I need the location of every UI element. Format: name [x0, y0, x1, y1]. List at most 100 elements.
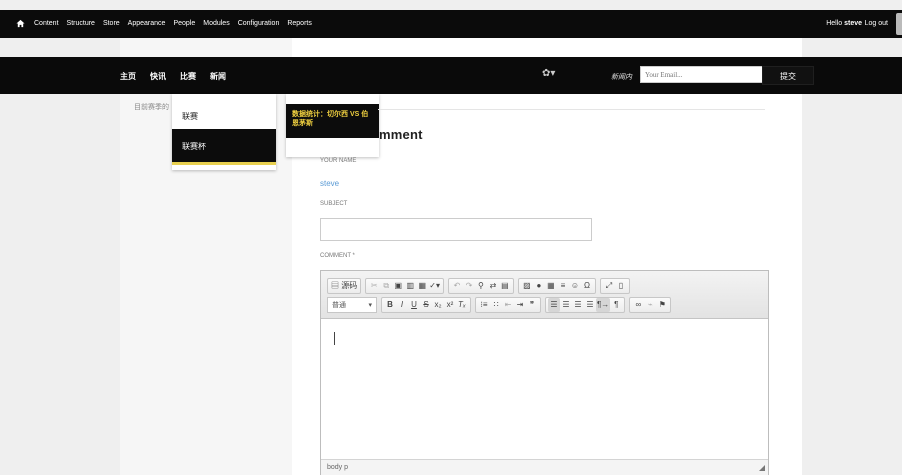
admin-menu-people[interactable]: People [173, 20, 195, 27]
source-button-label: 源码 [341, 281, 358, 290]
text-direction-ltr-icon[interactable]: ¶→ [596, 298, 611, 312]
subject-input[interactable] [320, 218, 592, 241]
admin-menu-store[interactable]: Store [103, 20, 120, 27]
anchor-flag-icon[interactable]: ⚑ [656, 298, 668, 312]
email-input[interactable] [640, 66, 774, 83]
numbered-list-icon[interactable]: ⁝≡ [478, 298, 490, 312]
matches-dropdown: 联赛 联赛杯 [172, 94, 276, 170]
greeting-text: Hello [826, 20, 843, 27]
format-select-value: 普通 [332, 302, 346, 309]
admin-menu-modules[interactable]: Modules [203, 20, 229, 27]
toolbar-group-links: ∞ ⌁ ⚑ [629, 297, 672, 313]
maximize-icon[interactable]: ⤢ [603, 279, 615, 293]
dropdown-item-match-stats[interactable]: 数据统计：切尔西 VS 伯恩茅斯 [286, 104, 379, 138]
toolbar-group-clipboard: ✂ ⧉ ▣ ▥ ▦ ✓▾ [365, 278, 444, 294]
home-icon[interactable] [16, 19, 25, 28]
replace-icon[interactable]: ⇄ [487, 279, 499, 293]
toolbar-row-2: 普通 ▾ B I U S x₂ x² Tₓ ⁝≡ ∷ ⇤ ⇥ ❞ ☰ ☰ ☰ ☰… [327, 297, 675, 313]
outdent-icon[interactable]: ⇤ [502, 298, 514, 312]
format-select[interactable]: 普通 ▾ [327, 297, 377, 313]
text-cursor [334, 332, 335, 345]
gear-icon[interactable]: ✿▾ [542, 68, 558, 80]
admin-toolbar: Content Structure Store Appearance Peopl… [0, 10, 902, 38]
paste-word-icon[interactable]: ▦ [416, 279, 428, 293]
editor-statusbar: body p [321, 459, 768, 475]
admin-menu-configuration[interactable]: Configuration [238, 20, 280, 27]
news-dropdown: 数据统计：切尔西 VS 伯恩茅斯 [286, 94, 379, 157]
smiley-icon[interactable]: ☺ [569, 279, 581, 293]
admin-menu: Content Structure Store Appearance Peopl… [34, 20, 312, 27]
superscript-icon[interactable]: x² [444, 298, 456, 312]
admin-menu-appearance[interactable]: Appearance [128, 20, 166, 27]
source-button[interactable]: ▤ 源码 [330, 279, 358, 293]
admin-menu-structure[interactable]: Structure [67, 20, 95, 27]
toolbar-group-insert: ▨ ● ▦ ≡ ☺ Ω [517, 278, 596, 294]
nav-item-news-flash[interactable]: 快讯 [150, 71, 166, 82]
chevron-down-icon: ▾ [368, 302, 372, 309]
toolbar-group-source: ▤ 源码 [327, 278, 362, 294]
text-direction-rtl-icon[interactable]: ¶ [610, 298, 622, 312]
dropdown-accent-bar [172, 162, 276, 165]
nav-item-news[interactable]: 新闻 [210, 71, 226, 82]
italic-icon[interactable]: I [396, 298, 408, 312]
align-left-icon[interactable]: ☰ [548, 298, 560, 312]
dropdown-item-league[interactable]: 联赛 [172, 94, 276, 129]
copy-icon[interactable]: ⧉ [380, 279, 392, 293]
select-all-icon[interactable]: ▤ [499, 279, 511, 293]
element-path[interactable]: body p [327, 464, 348, 471]
flash-icon[interactable]: ● [533, 279, 545, 293]
toolbar-toggle-handle[interactable] [896, 13, 902, 35]
cut-icon[interactable]: ✂ [368, 279, 380, 293]
comment-label: COMMENT * [320, 253, 355, 259]
paste-icon[interactable]: ▣ [392, 279, 404, 293]
bulleted-list-icon[interactable]: ∷ [490, 298, 502, 312]
blockquote-icon[interactable]: ❞ [526, 298, 538, 312]
link-icon[interactable]: ∞ [632, 298, 644, 312]
your-name-label: YOUR NAME [320, 158, 357, 164]
toolbar-group-lists: ⁝≡ ∷ ⇤ ⇥ ❞ [475, 297, 541, 313]
admin-menu-content[interactable]: Content [34, 20, 59, 27]
align-center-icon[interactable]: ☰ [560, 298, 572, 312]
underline-icon[interactable]: U [408, 298, 420, 312]
undo-icon[interactable]: ↶ [451, 279, 463, 293]
form-title: mment [379, 127, 423, 142]
logout-link[interactable]: Log out [865, 20, 888, 27]
toolbar-group-align: ☰ ☰ ☰ ☰ ¶→ ¶ [545, 297, 626, 313]
author-name-link[interactable]: steve [320, 179, 339, 188]
resize-handle-icon[interactable] [759, 465, 765, 471]
image-icon[interactable]: ▨ [521, 279, 533, 293]
show-blocks-icon[interactable]: ▯ [615, 279, 627, 293]
horizontal-rule-icon[interactable]: ≡ [557, 279, 569, 293]
username-link[interactable]: steve [844, 20, 862, 27]
main-nav: 主页 快讯 比赛 新闻 [120, 71, 226, 82]
nav-item-matches[interactable]: 比赛 [180, 71, 196, 82]
toolbar-group-basic-styles: B I U S x₂ x² Tₓ [381, 297, 471, 313]
submit-button[interactable]: 提交 [762, 66, 814, 85]
find-icon[interactable]: ⚲ [475, 279, 487, 293]
nav-item-home[interactable]: 主页 [120, 71, 136, 82]
spellcheck-icon[interactable]: ✓▾ [428, 279, 441, 293]
paste-text-icon[interactable]: ▥ [404, 279, 416, 293]
redo-icon[interactable]: ↷ [463, 279, 475, 293]
comment-editor[interactable]: ▤ 源码 ✂ ⧉ ▣ ▥ ▦ ✓▾ ↶ ↷ ⚲ ⇄ ▤ ▨ ● ▦ ≡ ☺ Ω … [320, 270, 769, 475]
divider [378, 109, 765, 110]
sidebar-text: 目前赛季的 [134, 104, 169, 111]
site-navbar: 主页 快讯 比赛 新闻 ✿▾ 新闻内 提交 [0, 57, 902, 94]
subject-label: SUBJECT [320, 201, 348, 207]
editor-toolbar: ▤ 源码 ✂ ⧉ ▣ ▥ ▦ ✓▾ ↶ ↷ ⚲ ⇄ ▤ ▨ ● ▦ ≡ ☺ Ω … [321, 271, 768, 319]
strikethrough-icon[interactable]: S [420, 298, 432, 312]
unlink-icon[interactable]: ⌁ [644, 298, 656, 312]
remove-format-icon[interactable]: Tₓ [456, 298, 468, 312]
dropdown-item-league-cup[interactable]: 联赛杯 [172, 129, 276, 162]
subscript-icon[interactable]: x₂ [432, 298, 444, 312]
table-icon[interactable]: ▦ [545, 279, 557, 293]
align-justify-icon[interactable]: ☰ [584, 298, 596, 312]
toolbar-group-edit: ↶ ↷ ⚲ ⇄ ▤ [447, 278, 514, 294]
admin-menu-reports[interactable]: Reports [287, 20, 312, 27]
toolbar-group-view: ⤢ ▯ [599, 278, 630, 294]
indent-icon[interactable]: ⇥ [514, 298, 526, 312]
special-char-icon[interactable]: Ω [581, 279, 593, 293]
newsletter-label: 新闻内 [611, 74, 632, 81]
bold-icon[interactable]: B [384, 298, 396, 312]
align-right-icon[interactable]: ☰ [572, 298, 584, 312]
